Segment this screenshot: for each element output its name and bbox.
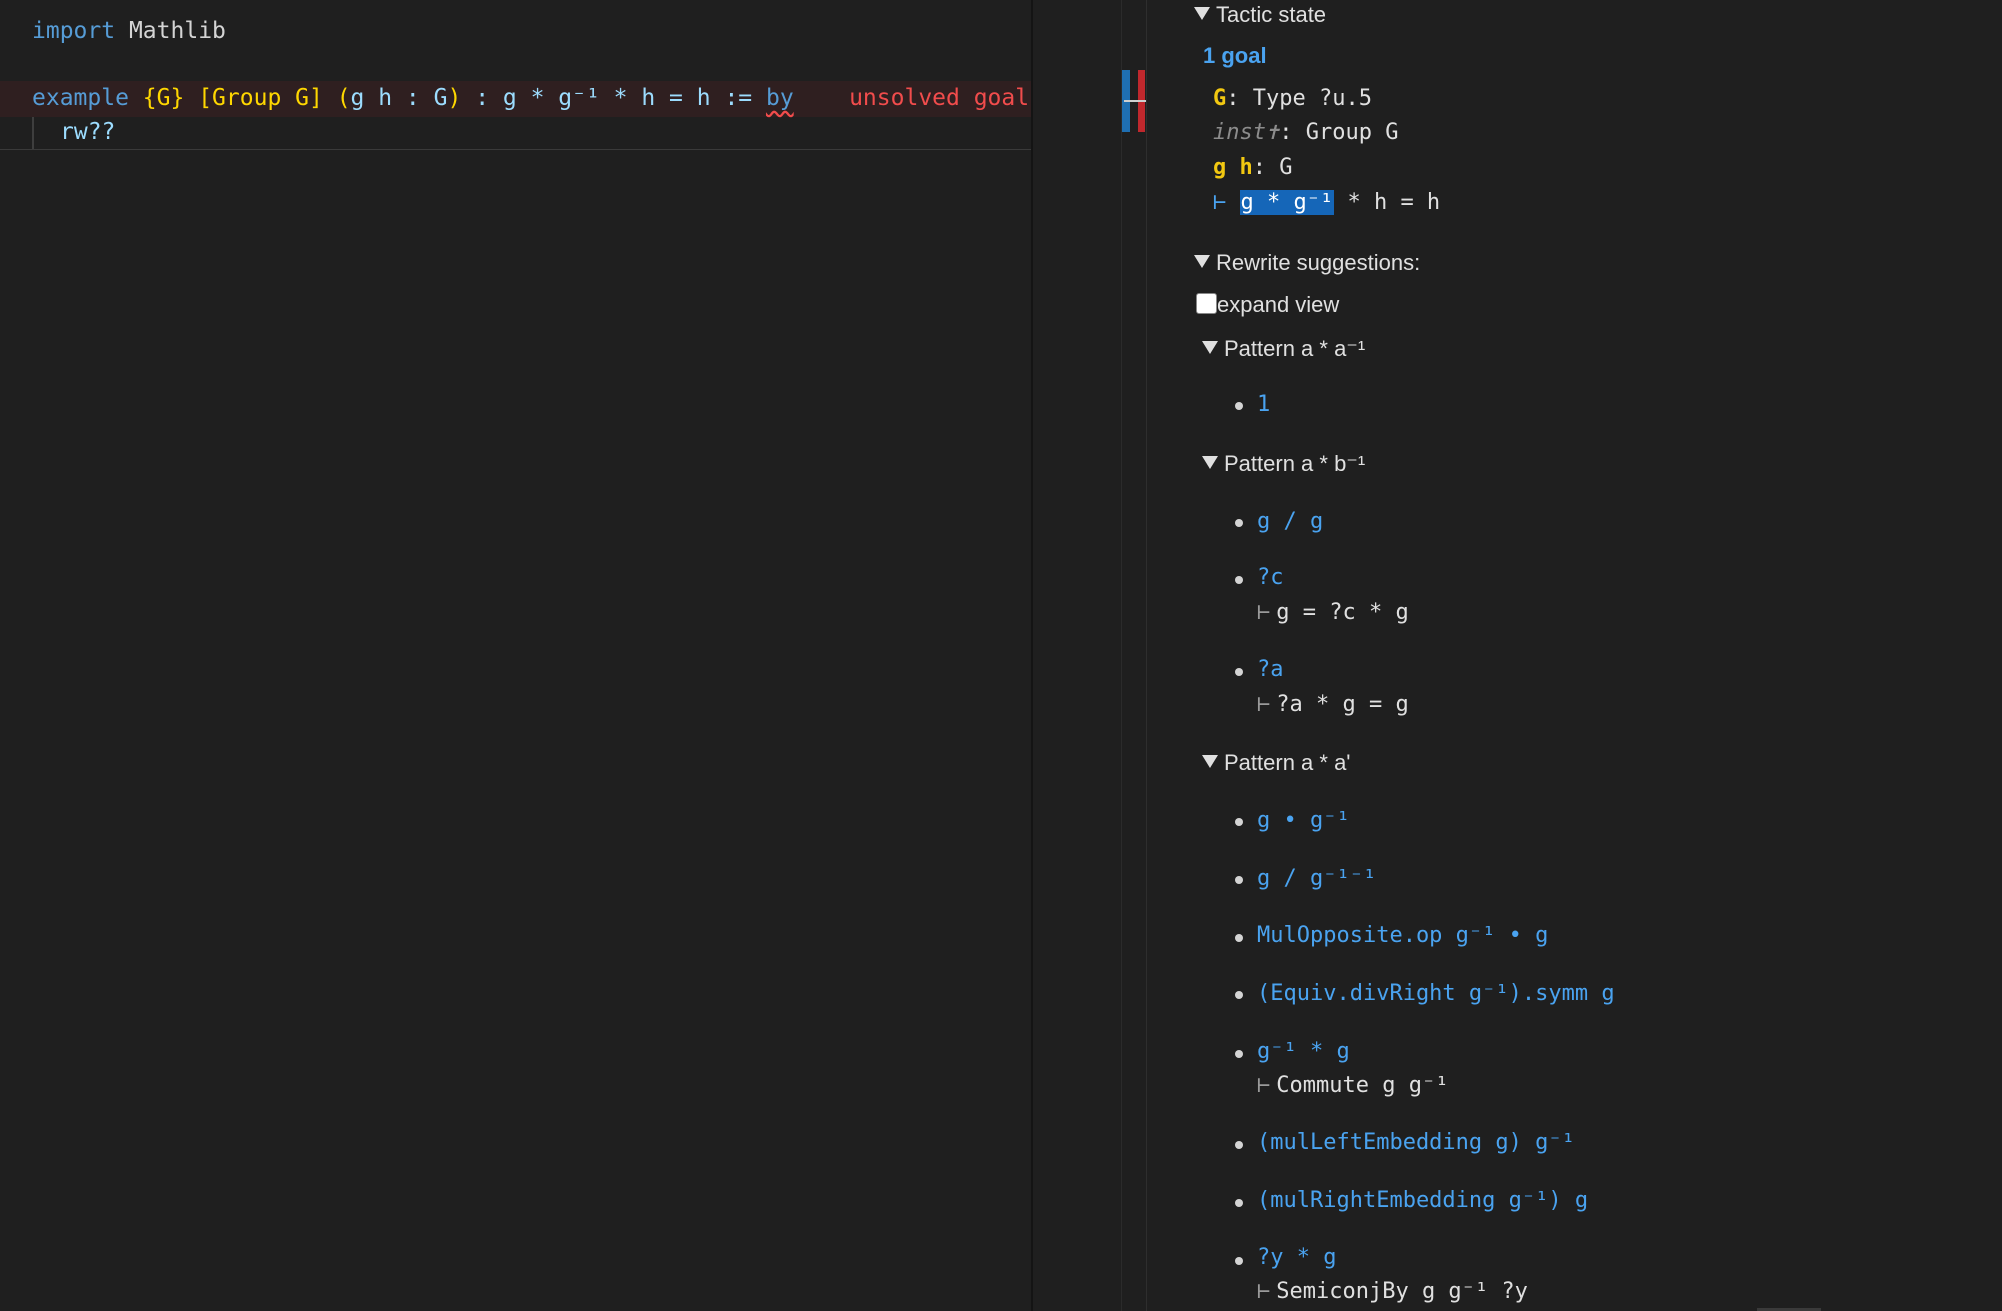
bullet-icon <box>1235 1141 1243 1149</box>
theorem-type: : g * g⁻¹ * h = h := <box>461 85 766 111</box>
suggestion-item[interactable]: g / g⁻¹⁻¹ <box>1257 866 1376 891</box>
suggestion-item[interactable]: g / g <box>1257 509 1323 534</box>
suggestion-item[interactable]: ?a <box>1257 657 1284 682</box>
suggestion-item[interactable]: g • g⁻¹ <box>1257 808 1350 833</box>
bullet-icon <box>1235 1050 1243 1058</box>
pattern-header[interactable]: Pattern a * b⁻¹ <box>1202 451 1365 477</box>
tactic-state-header[interactable]: Tactic state <box>1194 2 1326 28</box>
side-goal-text: g = ?c * g <box>1276 600 1409 625</box>
hyp-type: : Group G <box>1279 120 1399 145</box>
turnstile-icon: ⊢ <box>1257 600 1271 625</box>
suggestion-item[interactable]: (Equiv.divRight g⁻¹).symm g <box>1257 981 1615 1006</box>
hyp-name: inst✝ <box>1213 120 1280 145</box>
tactic-state-label: Tactic state <box>1216 2 1327 27</box>
hypothesis-inst[interactable]: inst✝: Group G <box>1213 118 1398 148</box>
bullet-icon <box>1235 991 1243 999</box>
editor-scrollbar[interactable] <box>1121 0 1148 1311</box>
side-goal: ⊢ SemiconjBy g g⁻¹ ?y <box>1257 1279 1528 1304</box>
suggestion-item[interactable]: MulOpposite.op g⁻¹ • g <box>1257 923 1548 948</box>
example-keyword: example <box>32 85 129 111</box>
expand-view-label: expand view <box>1217 292 1340 317</box>
turnstile-icon: ⊢ <box>1257 1279 1271 1304</box>
expand-view-toggle[interactable]: expand view <box>1196 292 1339 318</box>
instance-binder: [Group G] <box>198 85 323 111</box>
pattern-label: Pattern a * a⁻¹ <box>1224 336 1366 361</box>
indent-guide <box>32 117 34 149</box>
suggestion-item[interactable]: (mulRightEmbedding g⁻¹) g <box>1257 1188 1588 1213</box>
code-editor[interactable]: import Mathlib example {G} [Group G] (g … <box>0 0 1031 1311</box>
pattern-label: Pattern a * a' <box>1224 750 1351 775</box>
turnstile-icon: ⊢ <box>1257 692 1271 717</box>
pattern-header[interactable]: Pattern a * a⁻¹ <box>1202 336 1365 362</box>
turnstile-icon: ⊢ <box>1257 1073 1271 1098</box>
bullet-icon <box>1235 876 1243 884</box>
current-line-border <box>0 115 1031 150</box>
suggestion-item[interactable]: 1 <box>1257 392 1270 417</box>
side-goal: ⊢ Commute g g⁻¹ <box>1257 1073 1448 1098</box>
code-line-rw[interactable]: rw?? <box>60 115 115 149</box>
code-line-import[interactable]: import Mathlib <box>32 14 226 48</box>
by-keyword[interactable]: by <box>766 85 794 111</box>
explicit-binder-vars: g h : G <box>350 85 448 111</box>
side-goal: ⊢ g = ?c * g <box>1257 600 1409 625</box>
side-goal-text: ?a * g = g <box>1276 692 1409 717</box>
collapse-triangle-icon <box>1202 341 1218 354</box>
hypothesis-G[interactable]: G: Type ?u.5 <box>1213 84 1372 114</box>
hyp-name: g h <box>1213 155 1253 180</box>
binder-close-paren: ) <box>447 85 462 111</box>
import-keyword: import <box>32 18 116 44</box>
collapse-triangle-icon <box>1202 456 1218 469</box>
suggestion-item[interactable]: (mulLeftEmbedding g) g⁻¹ <box>1257 1130 1575 1155</box>
pattern-header[interactable]: Pattern a * a' <box>1202 750 1351 776</box>
side-goal-text: Commute g g⁻¹ <box>1276 1073 1449 1098</box>
pattern-label: Pattern a * b⁻¹ <box>1224 451 1366 476</box>
lean-infoview: Tactic state 1 goal G: Type ?u.5 inst✝: … <box>1147 0 2002 1311</box>
bullet-icon <box>1235 576 1243 584</box>
collapse-triangle-icon <box>1202 755 1218 768</box>
selected-subterm[interactable]: g * g⁻¹ <box>1239 190 1335 215</box>
hypothesis-gh[interactable]: g h: G <box>1213 153 1293 183</box>
side-goal-text: SemiconjBy g g⁻¹ ?y <box>1276 1279 1528 1304</box>
bullet-icon <box>1235 934 1243 942</box>
goal-target[interactable]: ⊢ g * g⁻¹ * h = h <box>1213 188 1440 218</box>
bullet-icon <box>1235 1257 1243 1265</box>
rewrite-suggestions-label: Rewrite suggestions: <box>1216 250 1421 275</box>
hyp-type: : Type ?u.5 <box>1226 86 1372 111</box>
bullet-icon <box>1235 818 1243 826</box>
suggestion-item[interactable]: ?y * g <box>1257 1245 1336 1270</box>
expand-view-checkbox[interactable] <box>1196 293 1217 314</box>
suggestion-item[interactable]: g⁻¹ * g <box>1257 1039 1350 1064</box>
collapse-triangle-icon <box>1194 7 1210 20</box>
hyp-type: : G <box>1252 155 1293 180</box>
collapse-triangle-icon <box>1194 255 1210 268</box>
binder-open-paren: ( <box>336 85 351 111</box>
goal-rest: * h = h <box>1334 190 1441 215</box>
minimap[interactable] <box>1033 0 1121 1311</box>
bullet-icon <box>1235 668 1243 676</box>
implicit-binder: {G} <box>142 85 185 111</box>
bullet-icon <box>1235 519 1243 527</box>
module-name: Mathlib <box>128 18 226 44</box>
bullet-icon <box>1235 402 1243 410</box>
suggestion-item[interactable]: ?c <box>1257 565 1284 590</box>
inline-error-message: unsolved goals <box>849 85 1031 111</box>
bullet-icon <box>1235 1199 1243 1207</box>
turnstile-icon: ⊢ <box>1213 190 1227 215</box>
hyp-name: G <box>1213 86 1227 111</box>
code-line-example[interactable]: example {G} [Group G] (g h : G) : g * g⁻… <box>32 81 1031 115</box>
side-goal: ⊢ ?a * g = g <box>1257 692 1409 717</box>
rewrite-suggestions-header[interactable]: Rewrite suggestions: <box>1194 250 1420 276</box>
scrollbar-cursor-marker <box>1124 100 1146 102</box>
goal-count[interactable]: 1 goal <box>1203 43 1267 69</box>
